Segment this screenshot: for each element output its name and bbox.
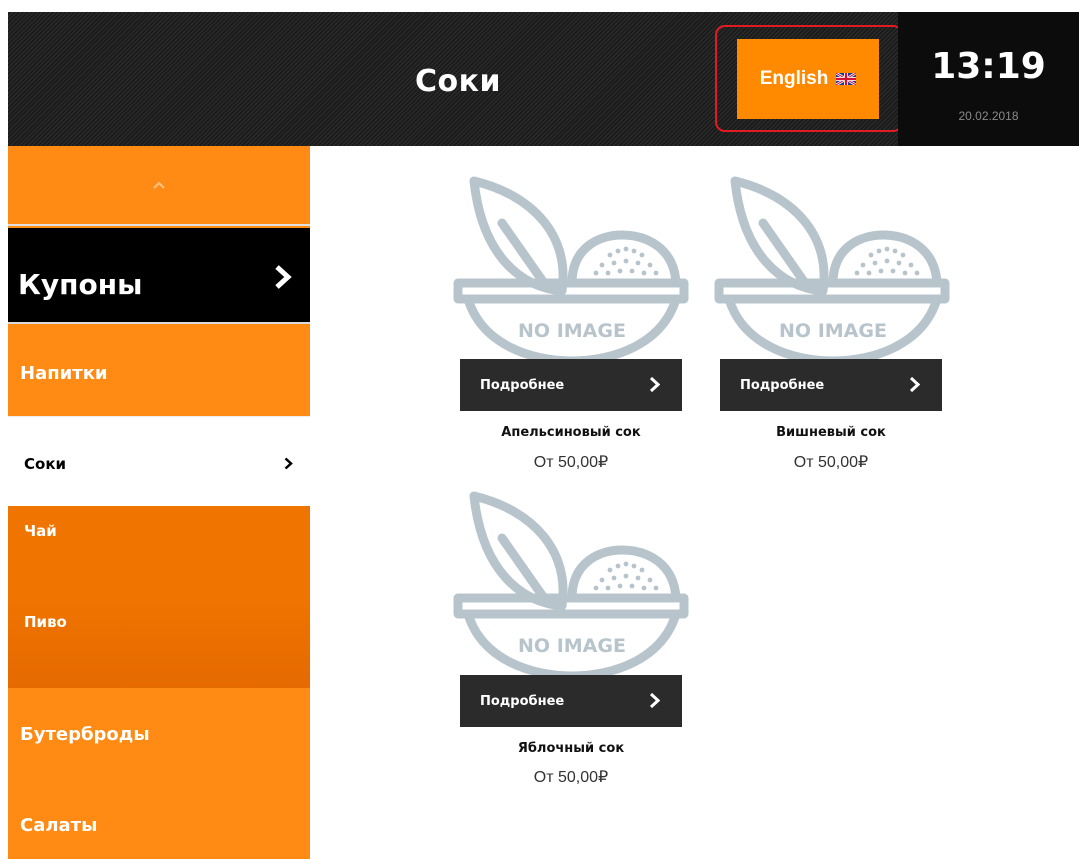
chevron-right-icon <box>909 376 920 393</box>
no-image-text: NO IMAGE <box>518 320 626 342</box>
product-price: От 50,00₽ <box>533 454 609 471</box>
uk-flag-icon <box>836 73 857 85</box>
product-price: От 50,00₽ <box>533 769 609 786</box>
chevron-right-icon <box>649 376 660 393</box>
no-image-placeholder-icon: NO IMAGE <box>453 176 689 365</box>
category-sidebar: Купоны Напитки Соки Чай Пиво Бутерброды … <box>8 146 310 859</box>
details-button[interactable]: Подробнее <box>720 359 942 411</box>
details-label: Подробнее <box>480 694 565 709</box>
sidebar-item-tea[interactable]: Чай <box>8 506 310 596</box>
language-label: English <box>759 68 829 89</box>
sidebar-item-label: Бутерброды <box>20 724 150 745</box>
chevron-right-icon <box>284 457 293 470</box>
sidebar-item-label: Пиво <box>24 613 67 631</box>
no-image-text: NO IMAGE <box>518 635 626 657</box>
sidebar-item-label: Салаты <box>20 815 98 836</box>
product-price: От 50,00₽ <box>793 454 869 471</box>
clock-panel: 13:19 20.02.2018 <box>898 12 1079 146</box>
details-button[interactable]: Подробнее <box>460 675 682 727</box>
scroll-up-button[interactable] <box>8 146 310 226</box>
sidebar-item-salads[interactable]: Салаты <box>8 778 310 859</box>
clock-time: 13:19 <box>931 46 1046 87</box>
no-image-placeholder-icon: NO IMAGE <box>714 176 950 365</box>
product-card[interactable]: NO IMAGE <box>452 175 692 365</box>
coupons-label: Купоны <box>18 268 143 301</box>
chevron-up-icon <box>153 181 165 189</box>
sidebar-item-drinks[interactable]: Напитки <box>8 326 310 416</box>
sidebar-item-beer[interactable]: Пиво <box>8 596 310 688</box>
language-button[interactable]: English <box>737 39 879 119</box>
details-label: Подробнее <box>740 378 825 393</box>
details-label: Подробнее <box>480 378 565 393</box>
product-name: Яблочный сок <box>517 741 625 756</box>
product-card[interactable]: NO IMAGE <box>452 490 692 680</box>
clock-date: 20.02.2018 <box>958 109 1019 123</box>
chevron-right-icon <box>649 692 660 709</box>
product-name: Вишневый сок <box>776 425 886 440</box>
no-image-text: NO IMAGE <box>779 320 887 342</box>
details-button[interactable]: Подробнее <box>460 359 682 411</box>
sidebar-item-label: Соки <box>24 455 67 473</box>
sidebar-item-label: Чай <box>24 522 57 540</box>
product-name: Апельсиновый сок <box>501 425 641 440</box>
sidebar-item-juices[interactable]: Соки <box>8 416 310 506</box>
product-card[interactable]: NO IMAGE <box>713 175 953 365</box>
sidebar-item-label: Напитки <box>20 363 108 384</box>
no-image-placeholder-icon: NO IMAGE <box>453 491 689 680</box>
chevron-right-icon <box>275 265 292 289</box>
sidebar-item-sandwiches[interactable]: Бутерброды <box>8 688 310 778</box>
top-header: Соки English 13:19 20.02.2018 <box>8 12 1079 146</box>
sidebar-item-coupons[interactable]: Купоны <box>8 228 310 324</box>
